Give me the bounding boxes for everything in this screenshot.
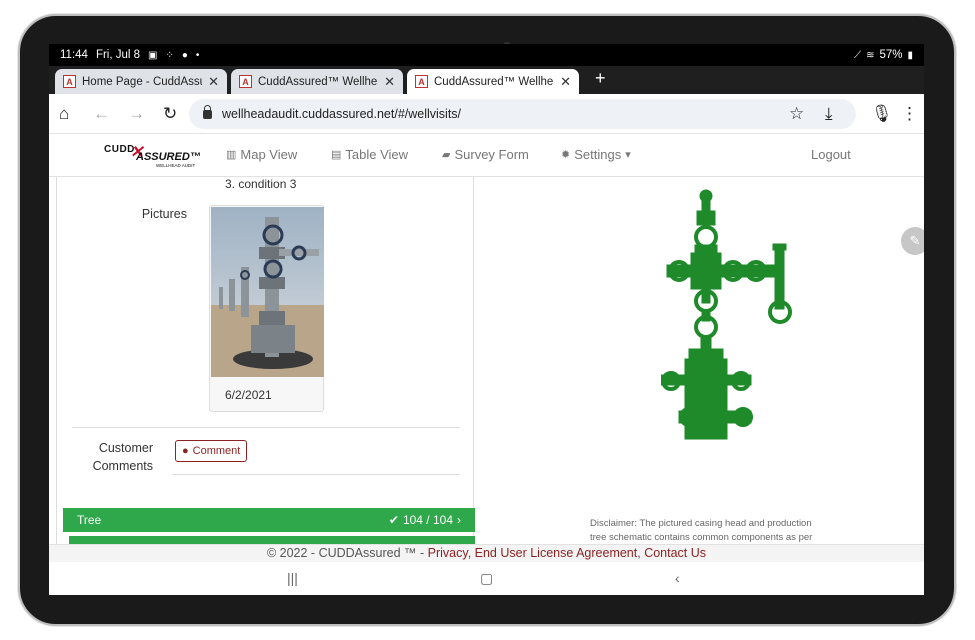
status-date: Fri, Jul 8 bbox=[95, 49, 141, 61]
tab-title: Home Page - CuddAssured.n bbox=[82, 75, 202, 88]
pen-icon: ⟋ bbox=[854, 49, 862, 61]
tree-count: 104 / 104 bbox=[402, 513, 453, 527]
tab-title: CuddAssured™ Wellhead Aud bbox=[434, 75, 554, 88]
microphone-icon[interactable]: 🎙 bbox=[871, 104, 893, 124]
lock-icon bbox=[203, 104, 212, 119]
url-text: wellheadaudit.cuddassured.net/#/wellvisi… bbox=[222, 107, 462, 121]
divider bbox=[72, 427, 460, 428]
disclaimer-text: Disclaimer: The pictured casing head and… bbox=[590, 518, 813, 543]
recent-apps-icon[interactable]: ||| bbox=[287, 570, 298, 586]
edit-pencil-icon[interactable]: ✎ bbox=[901, 227, 924, 255]
nav-label: Survey Form bbox=[454, 147, 529, 162]
new-tab-icon[interactable]: + bbox=[595, 68, 606, 89]
divider bbox=[172, 474, 460, 475]
caret-down-icon: ▾ bbox=[625, 149, 631, 161]
logo-main-text: ASSURED™ bbox=[136, 151, 201, 163]
eula-link[interactable]: End User License Agreement bbox=[475, 546, 638, 560]
comment-button[interactable]: ● Comment bbox=[175, 440, 248, 462]
wellhead-photo[interactable] bbox=[211, 207, 324, 377]
battery-icon: ▮ bbox=[907, 49, 913, 61]
nav-table-view[interactable]: ▤ Table View bbox=[331, 147, 408, 162]
nav-map-view[interactable]: ▥ Map View bbox=[226, 147, 297, 162]
nav-settings-dropdown[interactable]: ✹ Settings ▾ bbox=[561, 147, 631, 162]
cuddassured-logo[interactable]: CUDD ✕ ASSURED™ WELLHEAD AUDIT bbox=[104, 142, 201, 168]
app-navbar: CUDD ✕ ASSURED™ WELLHEAD AUDIT ▥ Map Vie… bbox=[49, 134, 924, 177]
gallery-icon: ▣ bbox=[148, 49, 158, 61]
tree-label: Tree bbox=[77, 513, 102, 527]
next-section-bar[interactable] bbox=[69, 536, 475, 544]
nav-label: Map View bbox=[240, 147, 298, 162]
customer-comments-label-2: Comments bbox=[92, 459, 153, 473]
book-icon: ▰ bbox=[442, 149, 451, 161]
forward-arrow-icon[interactable]: → bbox=[128, 104, 145, 124]
nav-label: Table View bbox=[345, 147, 409, 162]
grid-icon: ⁘ bbox=[165, 49, 174, 61]
favicon-icon: A bbox=[239, 75, 252, 88]
contact-us-link[interactable]: Contact Us bbox=[644, 546, 706, 560]
gear-icon: ✹ bbox=[561, 149, 571, 161]
pictures-label: Pictures bbox=[141, 207, 187, 221]
table-icon: ▤ bbox=[331, 149, 342, 161]
favicon-icon: A bbox=[415, 75, 428, 88]
logout-link[interactable]: Logout bbox=[811, 147, 851, 162]
tablet-screen: 11:44 Fri, Jul 8 ▣ ⁘ ● • ⟋ ≋ 57% ▮ A Hom… bbox=[49, 44, 924, 595]
system-nav-bar: ||| ▢ ‹ bbox=[49, 562, 924, 595]
more-menu-icon[interactable]: ⋮ bbox=[901, 104, 918, 124]
check-icon: ✔ bbox=[388, 513, 399, 527]
browser-tab-strip: A Home Page - CuddAssured.n ✕ A CuddAssu… bbox=[49, 66, 924, 94]
logo-sub-text: WELLHEAD AUDIT bbox=[156, 163, 196, 168]
tab-wellhead-audit-1[interactable]: A CuddAssured™ Wellhead Aud ✕ bbox=[231, 69, 403, 94]
tree-section-bar[interactable]: Tree ✔ 104 / 104 › bbox=[63, 508, 475, 532]
logout-label: Logout bbox=[811, 147, 851, 162]
dot-icon: • bbox=[195, 49, 200, 61]
home-button-icon[interactable]: ▢ bbox=[480, 570, 493, 587]
condition-text: 3. condition 3 bbox=[225, 177, 297, 191]
nav-label: Settings bbox=[574, 147, 622, 162]
url-input[interactable]: wellheadaudit.cuddassured.net/#/wellvisi… bbox=[189, 99, 856, 129]
privacy-link[interactable]: Privacy bbox=[428, 546, 468, 560]
tab-wellhead-audit-active[interactable]: A CuddAssured™ Wellhead Aud ✕ bbox=[407, 69, 579, 94]
bulb-icon: ● bbox=[181, 49, 188, 61]
home-icon[interactable]: ⌂ bbox=[59, 104, 69, 124]
battery-level: 57% bbox=[879, 49, 903, 61]
tab-title: CuddAssured™ Wellhead Aud bbox=[258, 75, 378, 88]
schematic-pane: Disclaimer: The pictured casing head and… bbox=[475, 177, 924, 544]
download-icon[interactable]: ⤓ bbox=[825, 104, 833, 124]
back-button-icon[interactable]: ‹ bbox=[675, 570, 680, 586]
close-icon[interactable]: ✕ bbox=[560, 74, 571, 90]
status-bar: 11:44 Fri, Jul 8 ▣ ⁘ ● • ⟋ ≋ 57% ▮ bbox=[49, 44, 924, 66]
well-visit-detail-pane[interactable]: 3. condition 3 Pictures 6/2/2021 Custome… bbox=[56, 177, 474, 544]
star-icon[interactable]: ☆ bbox=[789, 104, 804, 124]
favicon-icon: A bbox=[63, 75, 76, 88]
nav-survey-form[interactable]: ▰ Survey Form bbox=[442, 147, 529, 162]
customer-comments-label-1: Customer bbox=[98, 441, 153, 455]
close-icon[interactable]: ✕ bbox=[384, 74, 395, 90]
photo-date: 6/2/2021 bbox=[225, 388, 272, 402]
tab-home-page[interactable]: A Home Page - CuddAssured.n ✕ bbox=[55, 69, 227, 94]
address-bar-row: ⌂ ← → ↻ wellheadaudit.cuddassured.net/#/… bbox=[49, 94, 924, 134]
chevron-right-icon: › bbox=[457, 513, 461, 527]
wellhead-schematic-image[interactable] bbox=[660, 189, 801, 441]
reload-icon[interactable]: ↻ bbox=[163, 104, 177, 124]
copyright-text: © 2022 - CUDDAssured ™ - bbox=[266, 546, 428, 560]
main-content: 3. condition 3 Pictures 6/2/2021 Custome… bbox=[49, 177, 924, 544]
map-icon: ▥ bbox=[226, 149, 237, 161]
comment-button-label: Comment bbox=[192, 445, 241, 457]
status-time: 11:44 bbox=[60, 49, 88, 61]
comment-icon: ● bbox=[182, 445, 189, 457]
close-icon[interactable]: ✕ bbox=[208, 74, 219, 90]
photo-card[interactable]: 6/2/2021 bbox=[209, 205, 324, 412]
back-arrow-icon[interactable]: ← bbox=[93, 104, 110, 124]
page-footer: © 2022 - CUDDAssured ™ - Privacy, End Us… bbox=[49, 544, 924, 562]
wifi-icon: ≋ bbox=[866, 49, 875, 61]
